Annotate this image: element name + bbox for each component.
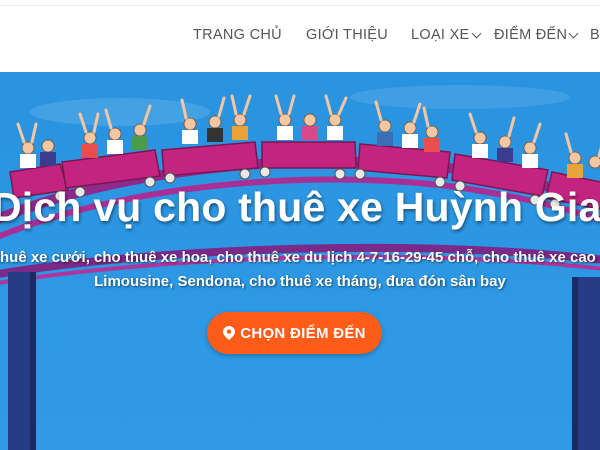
nav-item-label: LOẠI XE <box>411 27 470 43</box>
nav-item-label: TRANG CHỦ <box>193 27 282 43</box>
header-divider <box>0 5 600 6</box>
nav-item-home[interactable]: TRANG CHỦ <box>193 27 282 43</box>
choose-destination-button[interactable]: CHỌN ĐIỂM ĐẾN <box>207 312 382 354</box>
chevron-down-icon <box>471 28 481 38</box>
nav-item-truncated[interactable]: B <box>590 27 600 43</box>
hero-banner: Dịch vụ cho thuê xe Huỳnh Gia thuê xe cư… <box>0 72 600 450</box>
nav-item-label: ĐIỂM ĐẾN <box>494 27 568 43</box>
nav-item-about[interactable]: GIỚI THIỆU <box>306 27 388 43</box>
nav-item-destinations[interactable]: ĐIỂM ĐẾN <box>494 27 579 43</box>
choose-destination-label: CHỌN ĐIỂM ĐẾN <box>240 324 366 342</box>
nav-item-vehicle-types[interactable]: LOẠI XE <box>411 27 481 43</box>
hero-subtitle-line2: Limousine, Sendona, cho thuê xe tháng, đ… <box>94 273 506 290</box>
nav-item-label: GIỚI THIỆU <box>306 27 389 43</box>
hero-subtitle-line1: thuê xe cưới, cho thuê xe hoa, cho thuê … <box>0 249 596 266</box>
map-pin-icon <box>223 326 236 340</box>
site-header: TRANG CHỦ GIỚI THIỆU LOẠI XE ĐIỂM ĐẾN B <box>0 0 600 72</box>
chevron-down-icon <box>568 28 579 38</box>
hero-title: Dịch vụ cho thuê xe Huỳnh Gia <box>0 184 600 230</box>
nav-item-label: B <box>590 27 600 43</box>
